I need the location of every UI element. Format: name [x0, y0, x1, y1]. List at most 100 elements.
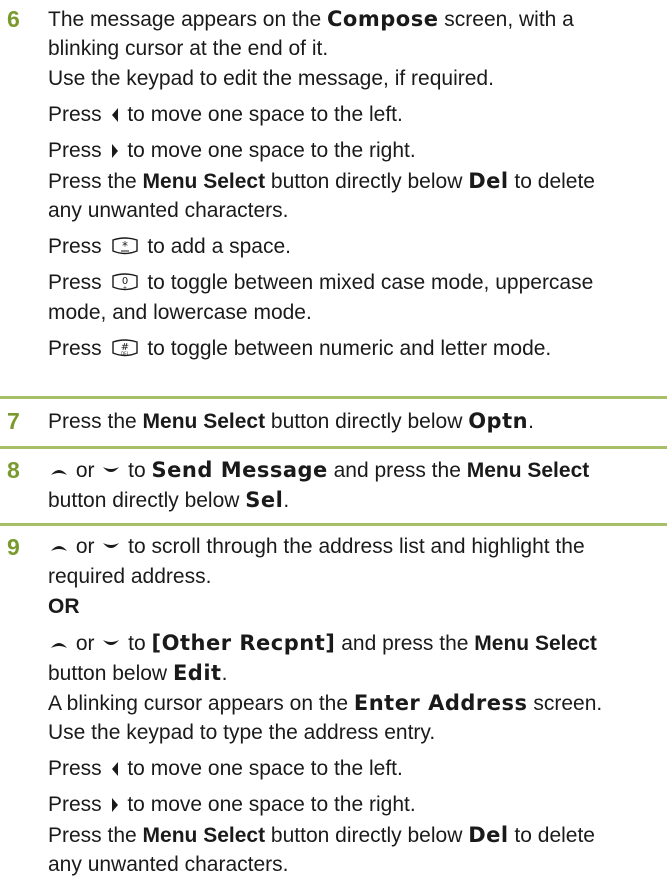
display-text: Compose	[327, 7, 439, 31]
display-text: [Other Recpnt]	[151, 631, 336, 655]
step-number: 6	[7, 6, 20, 32]
text: screen.	[527, 692, 603, 715]
text-line: Use the keypad to type the address entry…	[48, 718, 663, 748]
svg-text:DEL: DEL	[121, 351, 130, 356]
display-text: Sel	[245, 488, 284, 512]
step-number: 8	[7, 457, 20, 483]
text: or	[70, 535, 101, 558]
bold-text: Menu Select	[142, 410, 266, 433]
text-line: required address.	[48, 562, 663, 592]
text: Use the keypad to type the address entry…	[48, 721, 436, 744]
display-text: Enter Address	[353, 691, 528, 715]
text: Use the keypad to edit the message, if r…	[48, 67, 494, 90]
text-line: Press the Menu Select button directly be…	[48, 820, 663, 850]
up-arrow-icon	[51, 643, 67, 649]
text: to move one space to the right.	[121, 139, 416, 162]
step-content: The message appears on the Compose scree…	[48, 4, 663, 364]
bold-text: Menu Select	[142, 170, 266, 193]
step-number: 9	[7, 534, 20, 560]
zero-key-icon: 0+	[111, 273, 138, 291]
text: button below	[48, 662, 173, 685]
text: to move one space to the left.	[121, 757, 403, 780]
text-line: mode, and lowercase mode.	[48, 298, 663, 328]
instruction-page: 6 The message appears on the Compose scr…	[0, 0, 671, 876]
text-line: button below Edit.	[48, 658, 663, 688]
text-line: The message appears on the Compose scree…	[48, 4, 663, 34]
text: screen, with a	[438, 8, 574, 31]
text: and press the	[335, 632, 475, 655]
step-content: Press the Menu Select button directly be…	[48, 406, 663, 436]
step-content: or to scroll through the address list an…	[48, 532, 663, 880]
text-line: or to Send Message and press the Menu Se…	[48, 455, 663, 485]
text: button directly below	[48, 489, 246, 512]
text: to toggle between numeric and letter mod…	[141, 337, 552, 360]
text-line: Press to move one space to the right.	[48, 136, 663, 166]
text: to delete	[508, 170, 595, 193]
text: Press	[48, 337, 108, 360]
divider	[0, 523, 667, 526]
text-line: or to scroll through the address list an…	[48, 532, 663, 562]
text-line: Press to move one space to the left.	[48, 754, 663, 784]
down-arrow-icon	[103, 467, 120, 473]
or-label: OR	[48, 595, 80, 618]
display-text: Optn	[468, 409, 529, 433]
text-line: Press 0 + to toggle between mixed case mo…	[48, 268, 663, 298]
text-line: Press the Menu Select button directly be…	[48, 166, 663, 196]
text: .	[283, 489, 290, 512]
text-line: button directly below Sel.	[48, 485, 663, 515]
text-line: A blinking cursor appears on the Enter A…	[48, 688, 663, 718]
text: mode, and lowercase mode.	[48, 301, 312, 324]
text: to move one space to the left.	[121, 103, 403, 126]
text: Press	[48, 103, 108, 126]
step-number: 7	[7, 408, 20, 434]
text: to toggle between mixed case mode, upper…	[141, 271, 594, 294]
text: to	[122, 632, 152, 655]
text: Press	[48, 139, 108, 162]
text: and press the	[327, 459, 467, 482]
left-triangle-icon	[111, 762, 118, 777]
text: to	[122, 459, 152, 482]
text: any unwanted characters.	[48, 853, 289, 876]
display-text: Del	[468, 823, 509, 847]
star-key-icon: *	[111, 237, 138, 255]
hash-key-icon: #DEL	[111, 339, 138, 357]
text-line: blinking cursor at the end of it.	[48, 34, 663, 64]
text: The message appears on the	[48, 8, 328, 31]
text: or	[70, 632, 101, 655]
left-triangle-icon	[111, 108, 118, 123]
text: button directly below	[265, 410, 469, 433]
right-triangle-icon	[111, 798, 118, 813]
text: button directly below	[265, 824, 469, 847]
down-arrow-icon	[103, 640, 120, 646]
text-line: OR	[48, 592, 663, 622]
divider	[0, 396, 667, 399]
bold-text: Menu Select	[466, 459, 590, 482]
text-line: Press * to add a space.	[48, 232, 663, 262]
text: .	[221, 662, 228, 685]
text-line: Press to move one space to the right.	[48, 790, 663, 820]
down-arrow-icon	[103, 543, 120, 549]
text: Press	[48, 271, 108, 294]
divider	[0, 446, 667, 449]
text: to add a space.	[141, 235, 291, 258]
text: any unwanted characters.	[48, 199, 289, 222]
svg-text:+: +	[122, 285, 126, 291]
text-line: or to [Other Recpnt] and press the Menu …	[48, 628, 663, 658]
step-content: or to Send Message and press the Menu Se…	[48, 455, 663, 515]
right-triangle-icon	[111, 144, 118, 159]
text-line: Press the Menu Select button directly be…	[48, 406, 663, 436]
text: blinking cursor at the end of it.	[48, 37, 329, 60]
text: Press	[48, 757, 108, 780]
text: Press the	[48, 170, 143, 193]
text: Press the	[48, 824, 143, 847]
text-line: any unwanted characters.	[48, 850, 663, 880]
text: .	[528, 410, 534, 433]
text: to delete	[508, 824, 595, 847]
bold-text: Menu Select	[474, 632, 597, 655]
bold-text: Menu Select	[142, 824, 266, 847]
up-arrow-icon	[51, 470, 67, 476]
text: to scroll through the address list and h…	[122, 535, 585, 558]
text-line: any unwanted characters.	[48, 196, 663, 226]
text: Press	[48, 235, 108, 258]
display-text: Send Message	[151, 458, 328, 482]
